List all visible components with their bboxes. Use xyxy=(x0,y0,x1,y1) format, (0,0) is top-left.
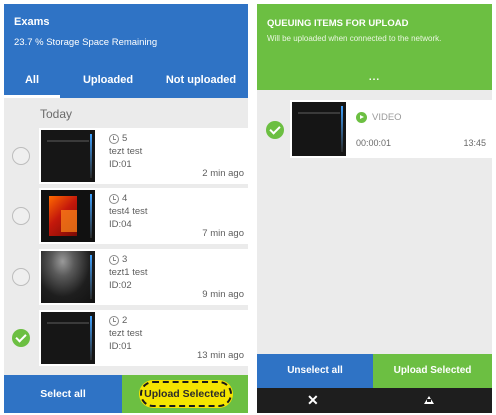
unselect-all-button[interactable]: Unselect all xyxy=(257,354,373,388)
queue-thumbnail xyxy=(292,102,346,156)
storage-status: 23.7 % Storage Space Remaining xyxy=(14,37,158,48)
exam-id: ID:01 xyxy=(109,341,132,352)
clock-icon xyxy=(109,315,119,326)
more-options-button[interactable]: ... xyxy=(257,72,492,83)
clock-icon xyxy=(109,133,119,144)
upload-selected-label: Upload Selected xyxy=(144,388,226,400)
active-tab-indicator xyxy=(4,95,60,98)
exam-number: 2 xyxy=(122,315,128,326)
select-all-button[interactable]: Select all xyxy=(4,375,122,413)
exam-name: tezt test xyxy=(109,146,143,157)
exam-time-ago: 9 min ago xyxy=(202,289,244,300)
upload-queue-screen: QUEUING ITEMS FOR UPLOAD Will be uploade… xyxy=(257,4,492,413)
select-radio[interactable] xyxy=(12,207,30,225)
media-type: VIDEO xyxy=(356,112,402,123)
exam-name: test4 test xyxy=(109,206,148,217)
exam-id: ID:01 xyxy=(109,159,132,170)
exam-item[interactable]: 2 tezt test ID:01 13 min ago xyxy=(39,310,248,366)
exams-header: Exams 23.7 % Storage Space Remaining xyxy=(4,4,248,62)
exams-title: Exams xyxy=(14,16,50,28)
tab-uploaded[interactable]: Uploaded xyxy=(74,62,142,98)
filter-tabs: All Uploaded Not uploaded xyxy=(4,62,248,98)
exam-info: 3 tezt1 test ID:02 xyxy=(109,253,148,292)
exam-id: ID:02 xyxy=(109,280,132,291)
exam-item[interactable]: 4 test4 test ID:04 7 min ago xyxy=(39,188,248,244)
queue-action-bar: Unselect all Upload Selected xyxy=(257,354,492,388)
exam-id: ID:04 xyxy=(109,219,132,230)
media-type-label: VIDEO xyxy=(372,112,402,123)
select-radio-checked[interactable] xyxy=(12,329,30,347)
exam-info: 2 tezt test ID:01 xyxy=(109,314,142,353)
exam-item[interactable]: 3 tezt1 test ID:02 9 min ago xyxy=(39,249,248,305)
exam-time-ago: 2 min ago xyxy=(202,168,244,179)
close-icon[interactable]: ✕ xyxy=(307,392,319,408)
exam-thumbnail xyxy=(41,190,95,242)
clock-icon xyxy=(109,193,119,204)
section-header-today: Today xyxy=(40,107,73,121)
exam-thumbnail xyxy=(41,251,95,303)
exam-info: 4 test4 test ID:04 xyxy=(109,192,148,231)
capture-time: 13:45 xyxy=(463,138,486,148)
exam-number: 3 xyxy=(122,254,128,265)
select-radio-checked[interactable] xyxy=(266,121,284,139)
upload-selected-button[interactable]: Upload Selected xyxy=(122,375,248,413)
upload-selected-button[interactable]: Upload Selected xyxy=(373,354,492,388)
play-icon xyxy=(356,112,367,123)
exam-info: 5 tezt test ID:01 xyxy=(109,132,142,171)
exam-time-ago: 7 min ago xyxy=(202,228,244,239)
exam-time-ago: 13 min ago xyxy=(196,350,244,361)
home-icon[interactable] xyxy=(424,396,434,404)
exam-name: tezt1 test xyxy=(109,267,148,278)
queue-title: QUEUING ITEMS FOR UPLOAD xyxy=(267,18,409,29)
queue-subtitle: Will be uploaded when connected to the n… xyxy=(267,34,442,43)
clock-icon xyxy=(109,254,119,265)
queue-item[interactable]: VIDEO 00:00:01 13:45 xyxy=(290,100,492,158)
exam-thumbnail xyxy=(41,312,95,364)
video-duration: 00:00:01 xyxy=(356,138,392,148)
exam-number: 4 xyxy=(122,193,128,204)
queue-header: QUEUING ITEMS FOR UPLOAD Will be uploade… xyxy=(257,4,492,90)
select-radio[interactable] xyxy=(12,268,30,286)
select-radio[interactable] xyxy=(12,147,30,165)
exams-screen: Exams 23.7 % Storage Space Remaining All… xyxy=(4,4,248,413)
exam-number: 5 xyxy=(122,133,128,144)
exam-thumbnail xyxy=(41,130,95,182)
tab-all[interactable]: All xyxy=(4,62,60,98)
navigation-bar: ✕ xyxy=(257,388,492,413)
exams-action-bar: Select all Upload Selected xyxy=(4,375,248,413)
exam-name: tezt test xyxy=(109,328,143,339)
exam-item[interactable]: 5 tezt test ID:01 2 min ago xyxy=(39,128,248,184)
tab-not-uploaded[interactable]: Not uploaded xyxy=(154,62,248,98)
